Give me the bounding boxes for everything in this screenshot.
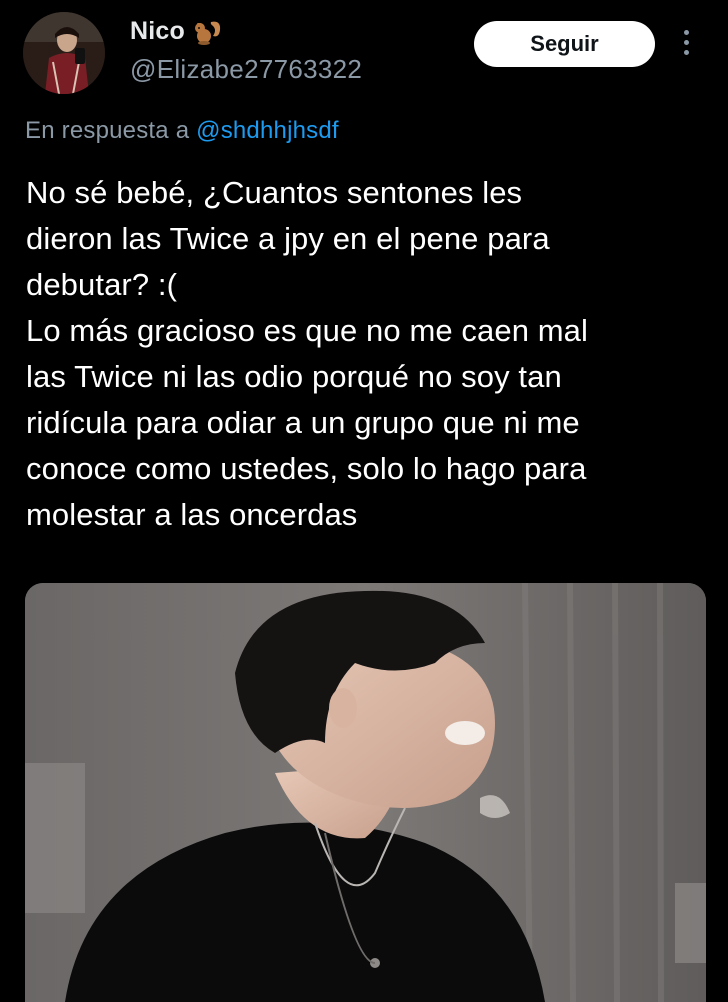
- avatar[interactable]: [23, 12, 105, 94]
- author-name-row[interactable]: Nico: [130, 17, 223, 46]
- display-name[interactable]: Nico: [130, 17, 185, 46]
- squirrel-icon: [193, 18, 223, 46]
- author-handle[interactable]: @Elizabe27763322: [130, 54, 362, 85]
- reply-prefix: En respuesta a: [25, 117, 190, 144]
- tweet-media-photo[interactable]: [25, 583, 706, 1002]
- tweet: Nico @Elizabe27763322 Seguir En respuest…: [0, 0, 728, 1002]
- tweet-text: No sé bebé, ¿Cuantos sentones les dieron…: [26, 175, 589, 532]
- profile-photo-icon: [23, 12, 105, 94]
- reply-context: En respuesta a @shdhhjhsdf: [25, 117, 339, 145]
- more-vertical-icon[interactable]: [681, 30, 691, 60]
- media-photo-image: [25, 583, 706, 1002]
- follow-button[interactable]: Seguir: [474, 21, 655, 67]
- reply-mention-link[interactable]: @shdhhjhsdf: [196, 117, 339, 144]
